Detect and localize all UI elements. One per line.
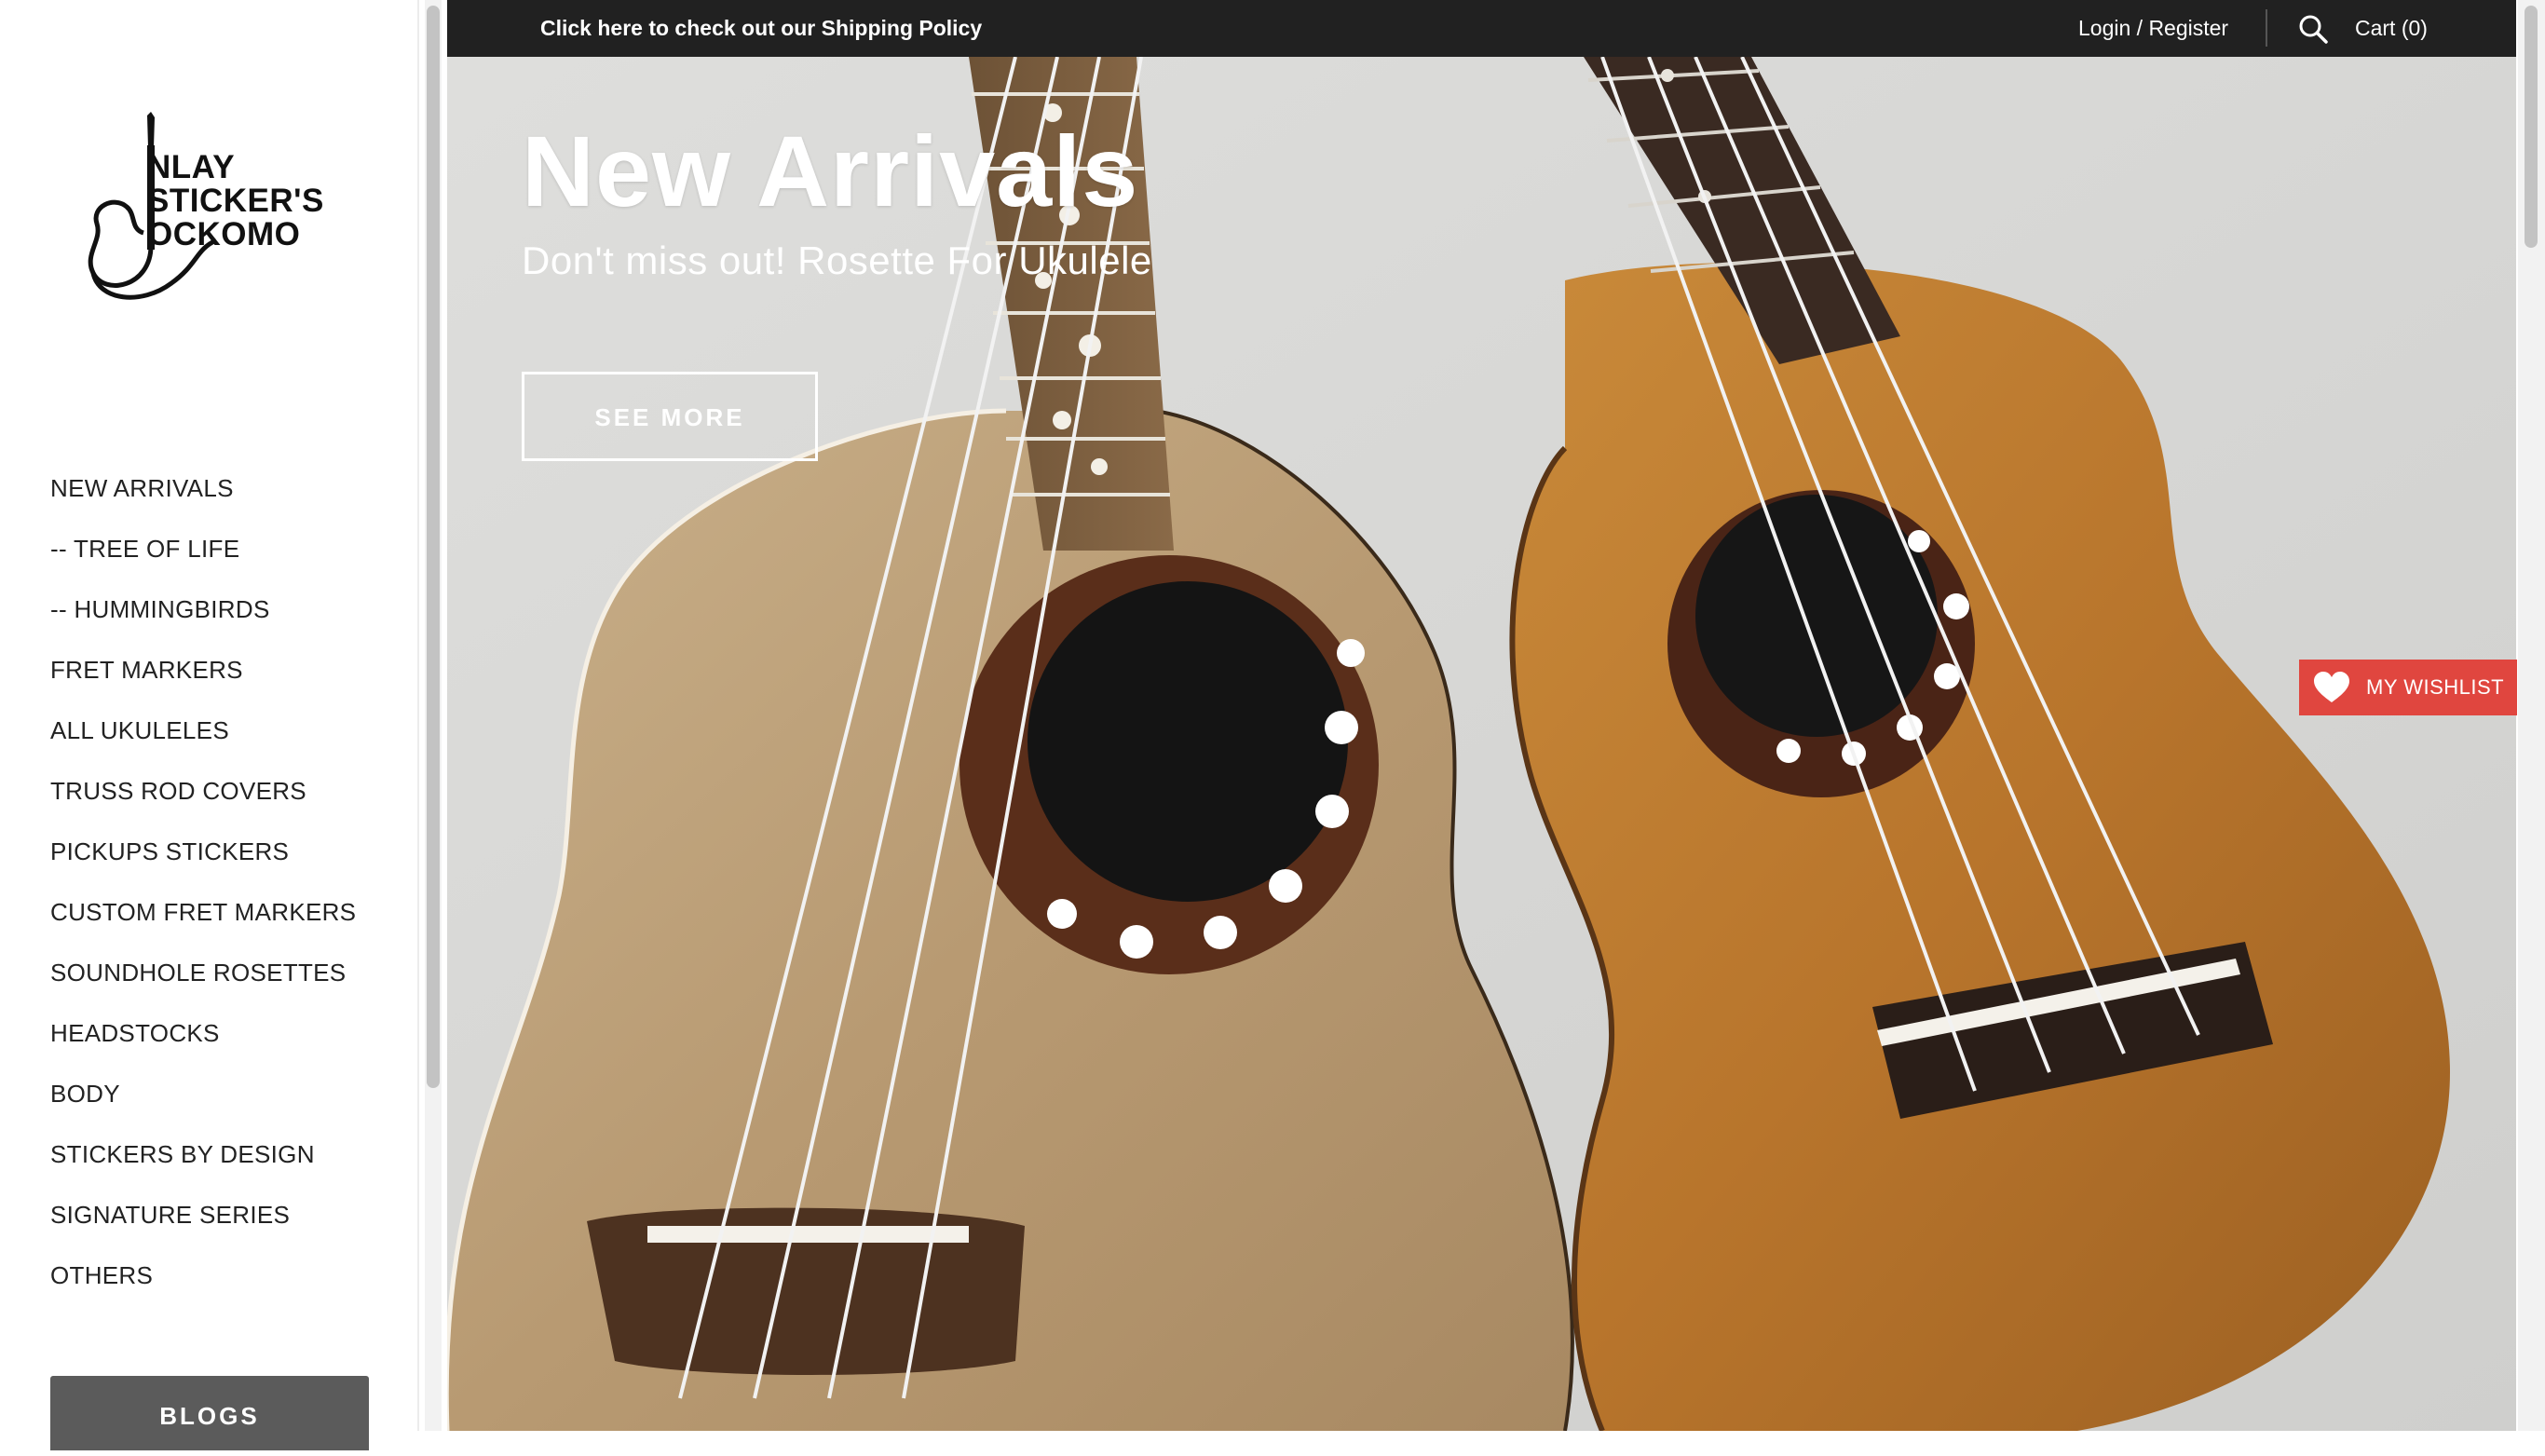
login-register-link[interactable]: Login / Register (2078, 0, 2228, 57)
sidebar-item-all-ukuleles[interactable]: ALL UKULELES (50, 712, 386, 772)
sidebar-item-new-arrivals[interactable]: NEW ARRIVALS (50, 469, 386, 530)
my-wishlist-button[interactable]: MY WISHLIST (2299, 660, 2517, 715)
sidebar-scrollbar-thumb[interactable] (427, 6, 440, 1088)
hero-banner[interactable]: New Arrivals Don't miss out! Rosette For… (447, 57, 2516, 1431)
header-divider (2266, 9, 2267, 47)
sidebar-item-signature-series[interactable]: SIGNATURE SERIES (50, 1196, 386, 1257)
sidebar: NLAY STICKER'S OCKOMO NEW ARRIVALS -- TR… (0, 0, 419, 1450)
sidebar-scrollbar[interactable] (425, 0, 442, 1431)
page-scrollbar-thumb[interactable] (2525, 6, 2538, 248)
wishlist-label: MY WISHLIST (2366, 675, 2505, 699)
sidebar-item-soundhole-rosettes[interactable]: SOUNDHOLE ROSETTES (50, 954, 386, 1014)
logo-wordmark: NLAY STICKER'S OCKOMO (147, 151, 324, 252)
hero-title: New Arrivals (522, 115, 1139, 227)
announcement-bar: Click here to check out our Shipping Pol… (447, 0, 2516, 57)
site-logo[interactable]: NLAY STICKER'S OCKOMO (86, 110, 337, 310)
sidebar-item-headstocks[interactable]: HEADSTOCKS (50, 1014, 386, 1075)
sidebar-item-pickups-stickers[interactable]: PICKUPS STICKERS (50, 833, 386, 893)
sidebar-item-stickers-by-design[interactable]: STICKERS BY DESIGN (50, 1136, 386, 1196)
logo-line-1: NLAY (147, 149, 236, 185)
hero-subtitle: Don't miss out! Rosette For Ukulele (522, 238, 1152, 282)
logo-line-2: STICKER'S (147, 183, 324, 219)
sidebar-item-others[interactable]: OTHERS (50, 1257, 386, 1317)
sidebar-item-tree-of-life[interactable]: -- TREE OF LIFE (50, 530, 386, 591)
sidebar-item-hummingbirds[interactable]: -- HUMMINGBIRDS (50, 591, 386, 651)
sidebar-item-fret-markers[interactable]: FRET MARKERS (50, 651, 386, 712)
page-scrollbar[interactable] (2518, 0, 2545, 1431)
sidebar-nav: NEW ARRIVALS -- TREE OF LIFE -- HUMMINGB… (50, 469, 386, 1317)
sidebar-item-body[interactable]: BODY (50, 1075, 386, 1136)
logo-line-3: OCKOMO (147, 216, 301, 252)
cart-link[interactable]: Cart (0) (2355, 0, 2428, 57)
blogs-button[interactable]: BLOGS (50, 1376, 369, 1450)
heart-icon (2314, 672, 2349, 702)
sidebar-item-truss-rod-covers[interactable]: TRUSS ROD COVERS (50, 772, 386, 833)
search-icon[interactable] (2297, 13, 2329, 45)
sidebar-item-custom-fret-markers[interactable]: CUSTOM FRET MARKERS (50, 893, 386, 954)
see-more-button[interactable]: SEE MORE (522, 372, 818, 461)
shipping-policy-link[interactable]: Click here to check out our Shipping Pol… (540, 0, 982, 57)
